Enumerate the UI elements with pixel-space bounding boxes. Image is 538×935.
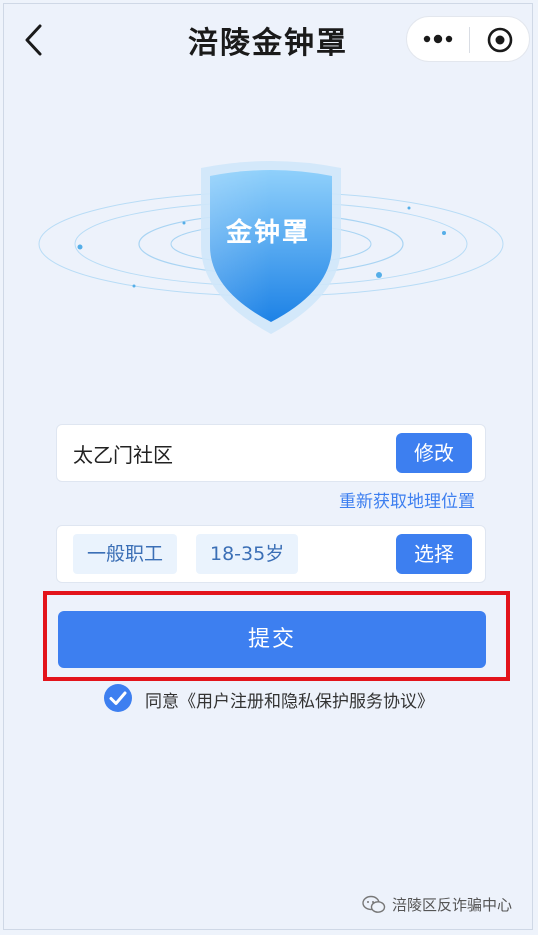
agreement-prefix: 同意	[145, 692, 179, 712]
age-range-chip: 18-35岁	[196, 534, 299, 574]
job-type-chip: 一般职工	[73, 534, 178, 574]
watermark-text: 涪陵区反诈骗中心	[391, 896, 512, 914]
more-dots-icon[interactable]	[421, 29, 455, 49]
checkmark-icon[interactable]	[103, 683, 133, 713]
wechat-logo-icon	[362, 895, 386, 913]
submit-button[interactable]: 提交	[58, 611, 486, 668]
select-button[interactable]: 选择	[396, 534, 472, 574]
relocate-link[interactable]: 重新获取地理位置	[339, 487, 475, 512]
category-card: 一般职工 18-35岁 选择	[56, 525, 486, 583]
agreement-link[interactable]: 《用户注册和隐私保护服务协议》	[179, 692, 434, 712]
capsule-divider	[469, 27, 470, 53]
app-frame: 涪陵金钟罩 金钟罩 太乙门社区 修改 重新获取地理位置 一般职工 18-35岁 …	[3, 3, 533, 930]
mini-program-capsule	[406, 16, 530, 62]
location-value: 太乙门社区	[73, 443, 173, 467]
shield-emblem-label: 金钟罩	[225, 218, 310, 248]
shield-emblem	[38, 161, 504, 334]
modify-button[interactable]: 修改	[396, 433, 472, 473]
location-card: 太乙门社区 修改	[56, 424, 486, 482]
agreement-text: 同意《用户注册和隐私保护服务协议》	[145, 687, 434, 712]
target-icon[interactable]	[486, 26, 514, 54]
watermark: 涪陵区反诈骗中心	[362, 894, 512, 915]
